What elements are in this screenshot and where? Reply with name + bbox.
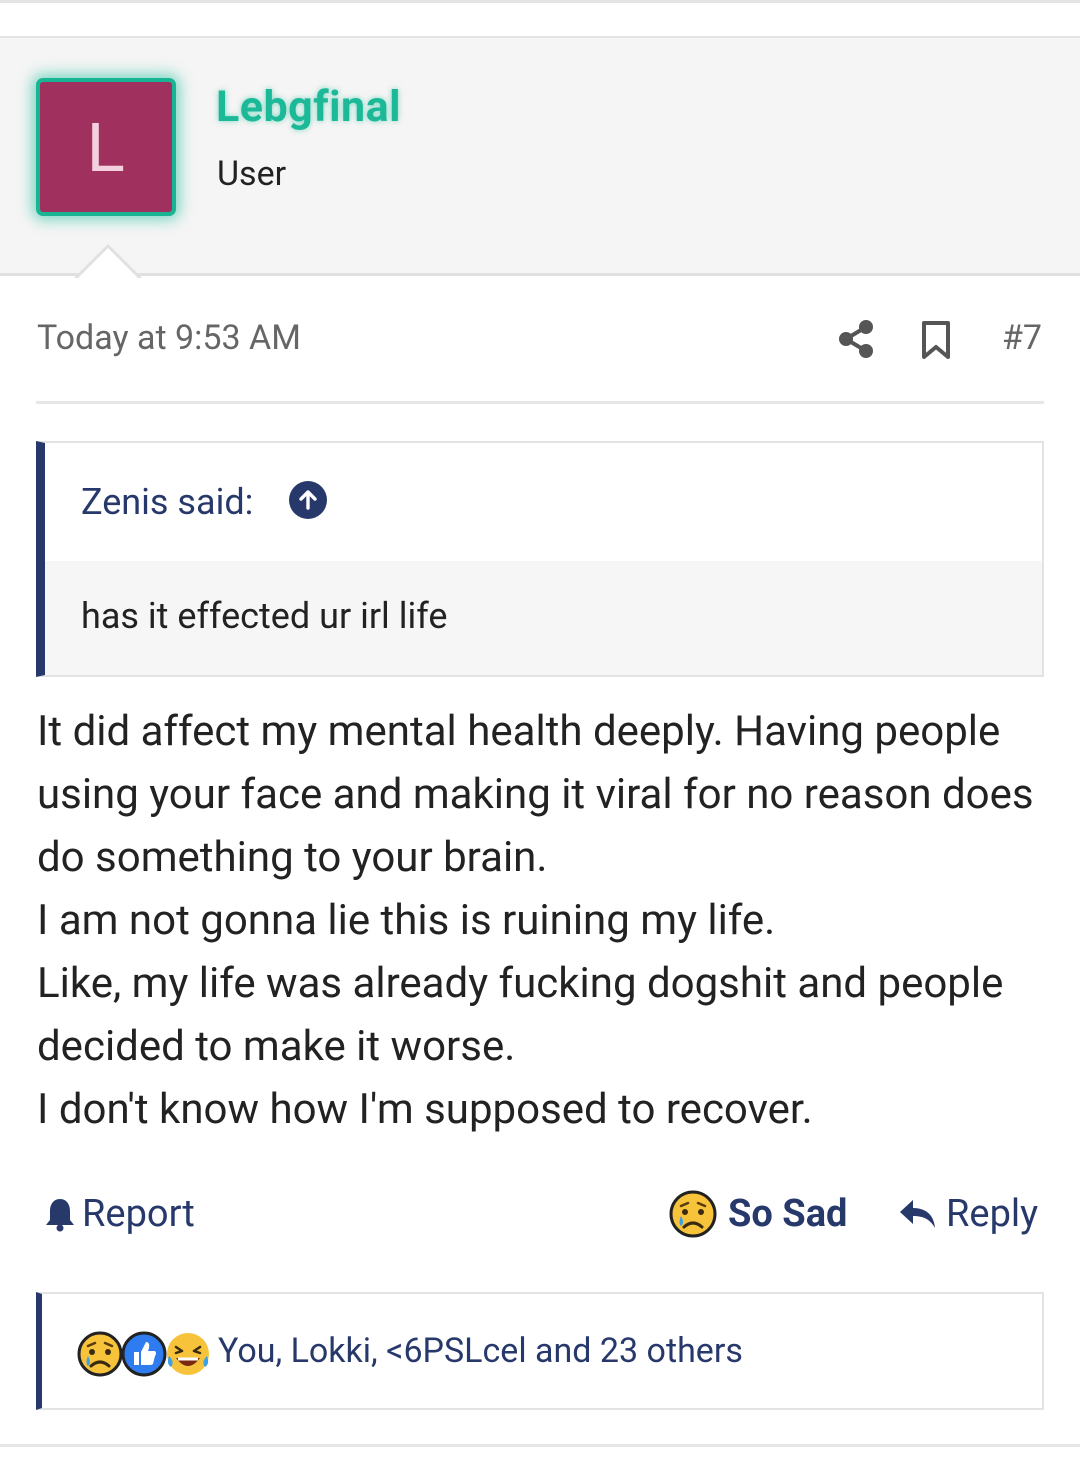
bookmark-icon[interactable] — [918, 320, 954, 360]
post-number-link[interactable]: #7 — [1002, 318, 1042, 358]
arrow-up-icon[interactable] — [289, 481, 327, 519]
username-link[interactable]: Lebgfinal — [216, 82, 401, 132]
react-so-sad-button[interactable]: So Sad — [668, 1189, 847, 1239]
report-button[interactable]: Report — [44, 1192, 195, 1236]
quote-author-link[interactable]: Zenis said: — [81, 481, 253, 523]
bell-icon — [46, 1199, 74, 1232]
quote-text: has it effected ur irl life — [81, 595, 448, 637]
report-label: Report — [82, 1192, 195, 1236]
reaction-label: So Sad — [728, 1192, 848, 1236]
message-line: I am not gonna lie this is ruining my li… — [37, 896, 776, 945]
reactions-summary-link[interactable]: You, Lokki, <6PSLcel and 23 others — [218, 1331, 743, 1371]
post-date-link[interactable]: Today at 9:53 AM — [37, 318, 301, 358]
quote-header: Zenis said: — [45, 443, 1042, 561]
user-header: L Lebgfinal User — [0, 36, 1080, 276]
message-line: I don't know how I'm supposed to recover… — [37, 1085, 813, 1134]
reply-label: Reply — [946, 1192, 1039, 1236]
bottom-divider — [0, 1444, 1080, 1447]
avatar[interactable]: L — [36, 78, 176, 216]
like-icon — [121, 1331, 167, 1377]
post-message: It did affect my mental health deeply. H… — [37, 700, 1037, 1141]
share-icon[interactable] — [836, 318, 876, 360]
message-line: Like, my life was already fucking dogshi… — [37, 959, 1004, 1071]
meta-divider — [36, 401, 1044, 404]
user-title: User — [217, 154, 287, 194]
reply-icon — [900, 1200, 935, 1228]
quote-body: has it effected ur irl life — [45, 561, 1042, 675]
reactions-bar[interactable]: You, Lokki, <6PSLcel and 23 others — [36, 1292, 1044, 1410]
so-sad-icon — [77, 1331, 123, 1377]
top-divider — [0, 0, 1080, 3]
message-line: It did affect my mental health deeply. H… — [37, 707, 1034, 882]
quote-block: Zenis said: has it effected ur irl life — [36, 441, 1044, 677]
so-sad-icon — [669, 1190, 717, 1238]
reply-button[interactable]: Reply — [898, 1192, 1038, 1236]
laugh-icon — [167, 1333, 209, 1375]
